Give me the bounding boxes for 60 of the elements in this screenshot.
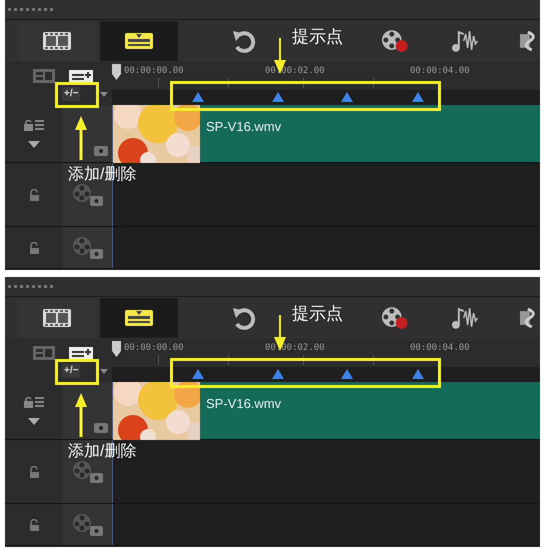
timeline-icon: [124, 308, 154, 328]
film-reel-record-icon[interactable]: [380, 305, 409, 331]
callout-arrow: [75, 116, 87, 160]
cue-marker-icon[interactable]: [192, 92, 204, 102]
clip-name: SP-V16.wmv: [206, 119, 282, 134]
lock-icon[interactable]: [28, 188, 40, 200]
callout-label: 添加/删除: [68, 164, 136, 185]
cue-marker-icon[interactable]: [412, 369, 424, 379]
callout-label: 提示点: [292, 26, 343, 48]
timecode-label: 00:00:00.00: [124, 65, 184, 78]
timeline-view-tab[interactable]: [100, 21, 178, 61]
callout-label: 提示点: [292, 303, 343, 325]
video-clip[interactable]: SP-V16.wmv: [200, 382, 540, 439]
lock-icon[interactable]: [28, 242, 40, 254]
film-strip-icon: [42, 31, 72, 51]
callout-arrow: [75, 393, 87, 437]
expand-arrow-icon[interactable]: [28, 141, 40, 148]
track-reel-icon: [70, 234, 104, 260]
track-reel-icon: [70, 458, 104, 484]
lock-track-icon[interactable]: [22, 396, 44, 408]
lock-icon[interactable]: [28, 466, 40, 478]
add-track-icon[interactable]: [68, 345, 94, 361]
highlight-frame: [55, 359, 99, 385]
track-reel-icon: [70, 182, 104, 208]
timecode-label: 00:00:00.00: [124, 342, 184, 355]
lock-icon[interactable]: [28, 518, 40, 530]
cue-marker-icon[interactable]: [341, 369, 353, 379]
timecode-label: 00:00:04.00: [410, 342, 470, 355]
timeline-view-tab[interactable]: [100, 298, 178, 338]
film-reel-record-icon[interactable]: [380, 28, 409, 54]
undo-icon[interactable]: [231, 306, 257, 330]
dropdown-arrow-icon[interactable]: [100, 92, 108, 97]
clip-name: SP-V16.wmv: [206, 396, 282, 411]
callout-label: 添加/删除: [68, 442, 136, 462]
track-reel-icon: [70, 512, 104, 538]
cue-marker-icon[interactable]: [192, 369, 204, 379]
lock-track-icon[interactable]: [22, 119, 44, 131]
add-remove-cue-button[interactable]: +/−: [62, 364, 80, 378]
add-remove-cue-button[interactable]: +/−: [62, 87, 80, 101]
playhead-icon[interactable]: [112, 64, 121, 80]
highlight-frame: [55, 82, 99, 108]
expand-arrow-icon[interactable]: [28, 418, 40, 425]
add-track-icon[interactable]: [68, 68, 94, 84]
undo-icon[interactable]: [231, 29, 257, 53]
visibility-icon[interactable]: [94, 423, 108, 433]
film-strip-icon: [42, 308, 72, 328]
video-clip[interactable]: SP-V16.wmv: [200, 105, 540, 162]
audio-wave-icon[interactable]: [450, 305, 480, 331]
timeline-icon: [124, 31, 154, 51]
cue-marker-icon[interactable]: [412, 92, 424, 102]
timecode-label: 00:00:04.00: [410, 65, 470, 78]
track-manager-icon[interactable]: [32, 68, 56, 84]
dropdown-arrow-icon[interactable]: [100, 369, 108, 374]
visibility-icon[interactable]: [94, 146, 108, 156]
audio-wave-icon[interactable]: [450, 28, 480, 54]
cue-marker-icon[interactable]: [272, 369, 284, 379]
track-manager-icon[interactable]: [32, 345, 56, 361]
cue-marker-icon[interactable]: [341, 92, 353, 102]
cue-marker-icon[interactable]: [272, 92, 284, 102]
playhead-icon[interactable]: [112, 341, 121, 357]
